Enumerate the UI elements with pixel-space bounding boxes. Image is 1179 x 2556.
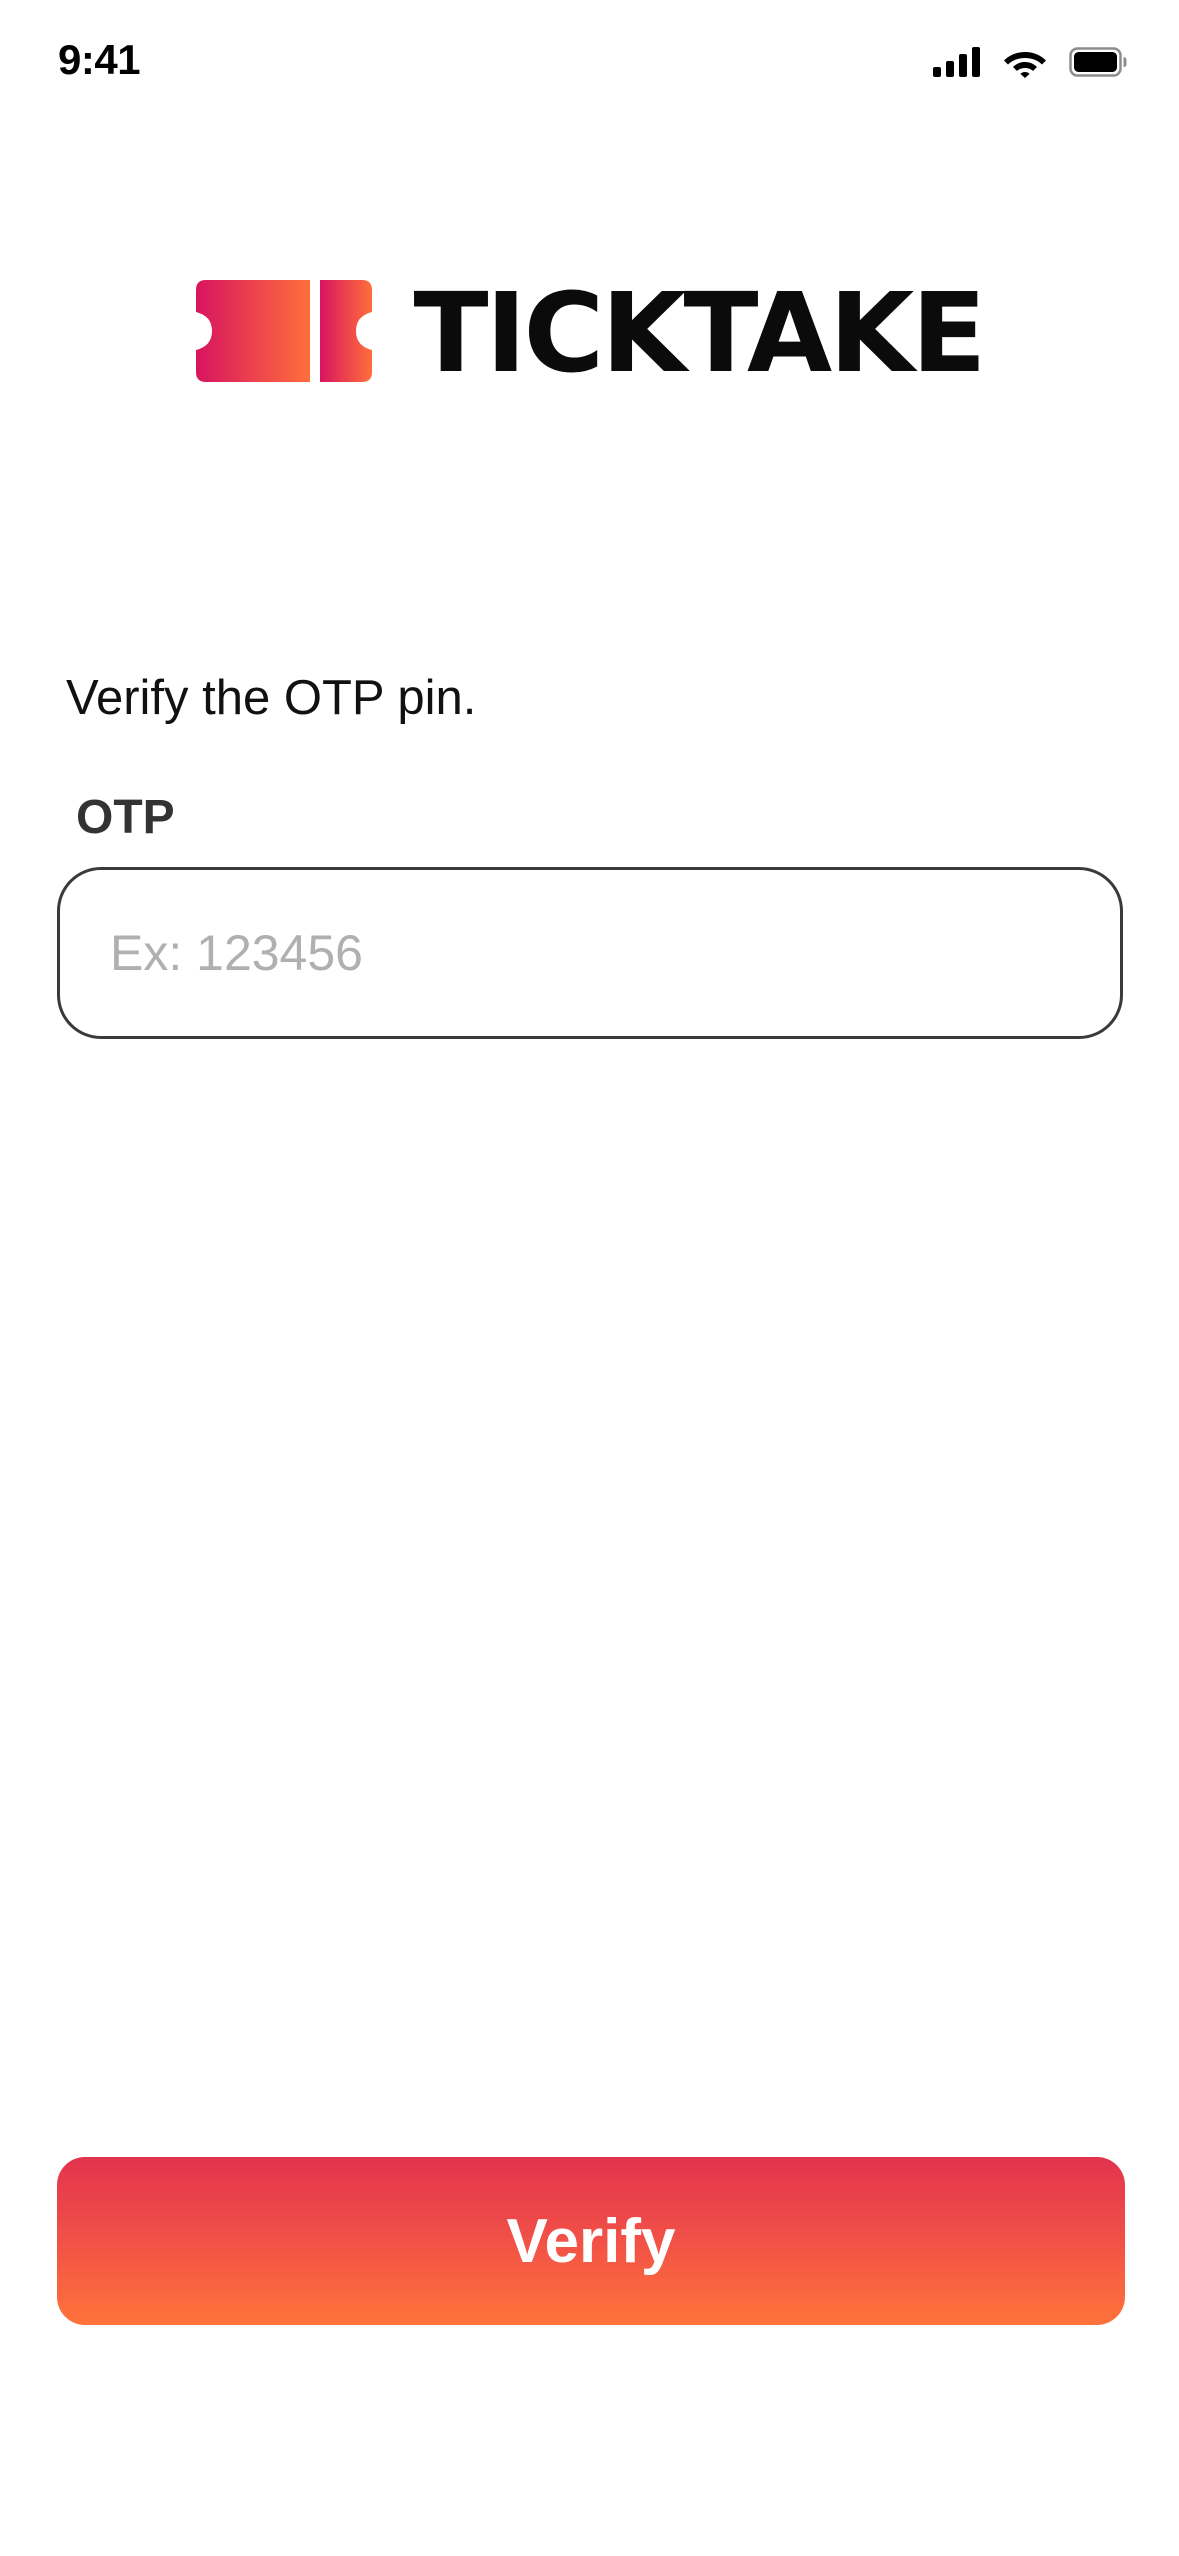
status-icons bbox=[933, 44, 1127, 84]
instruction-text: Verify the OTP pin. bbox=[66, 671, 477, 725]
ticktake-logo: TICKTAKE bbox=[0, 278, 1179, 388]
otp-verification-screen: 9:41 TICKTAKE Verify the OTP pin. OTP Ex… bbox=[0, 0, 1179, 2556]
status-time: 9:41 bbox=[58, 36, 141, 83]
otp-field-label: OTP bbox=[76, 791, 175, 844]
status-bar: 9:41 bbox=[0, 0, 1179, 130]
battery-icon bbox=[1069, 46, 1127, 82]
logo-wordmark: TICKTAKE bbox=[413, 269, 987, 397]
otp-input[interactable] bbox=[57, 867, 1123, 1039]
verify-button[interactable]: Verify bbox=[57, 2157, 1125, 2325]
ticket-icon bbox=[195, 279, 372, 387]
wifi-icon bbox=[1003, 46, 1047, 83]
cellular-signal-icon bbox=[933, 46, 981, 82]
